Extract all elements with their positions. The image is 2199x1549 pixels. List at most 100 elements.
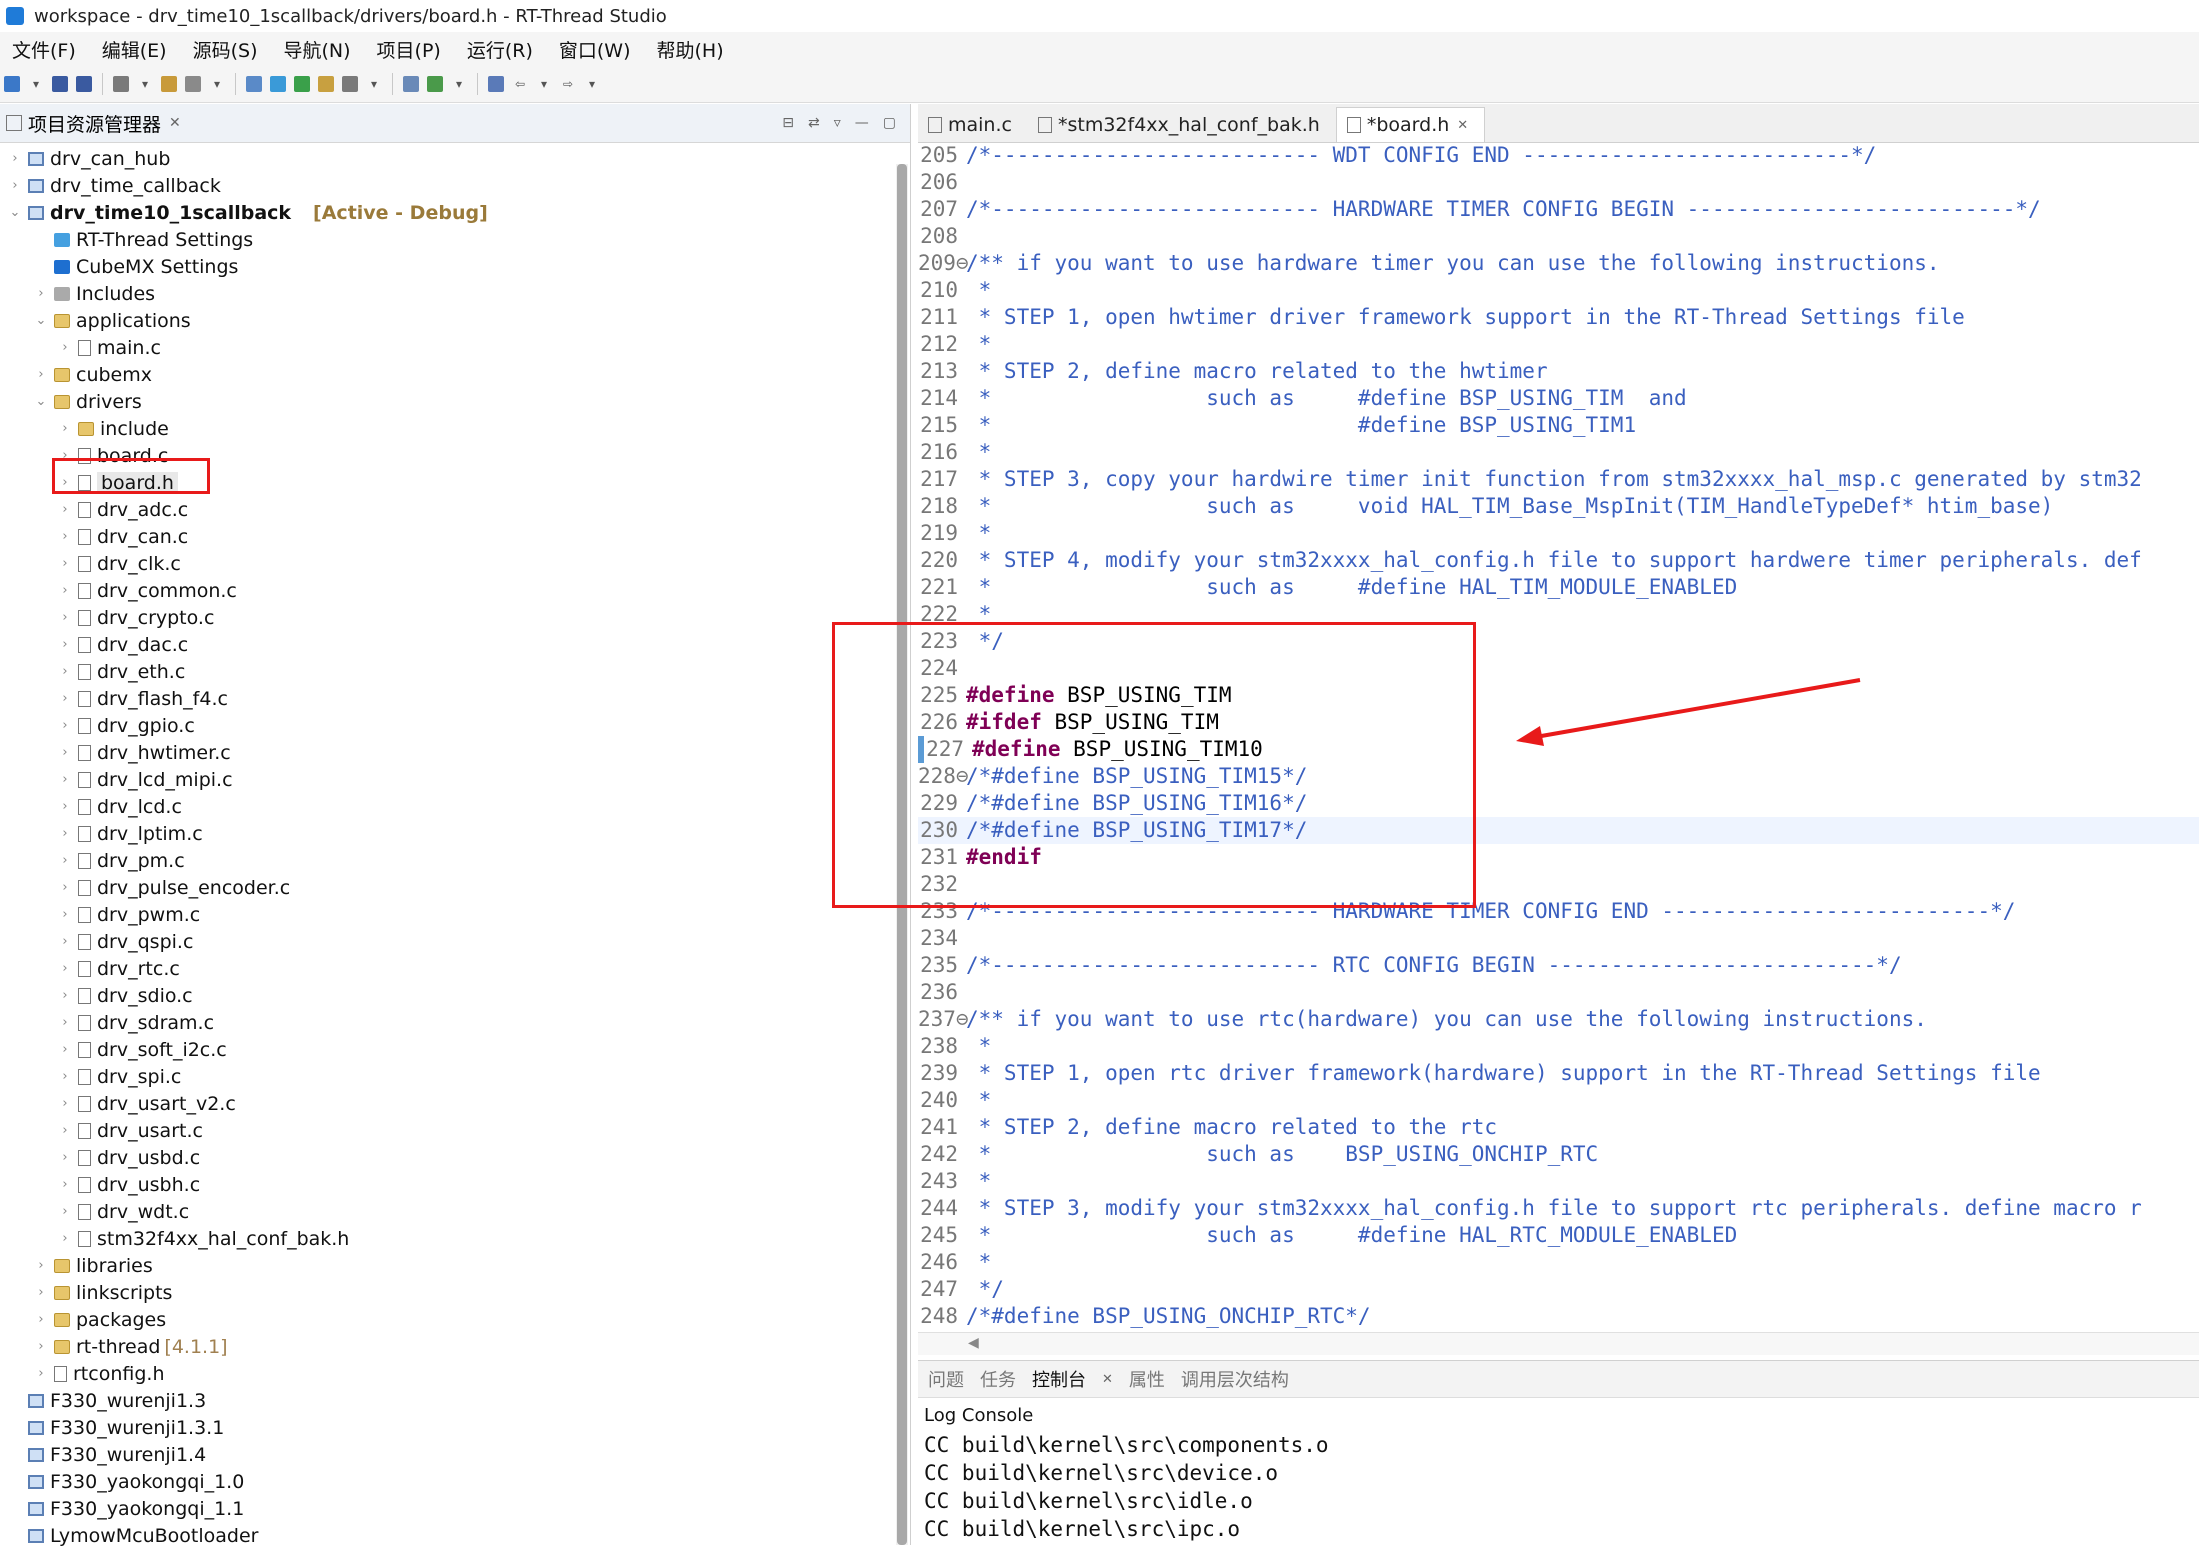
tree-expand-icon[interactable]: ›	[58, 1069, 72, 1084]
tree-expand-icon[interactable]: ›	[58, 1123, 72, 1138]
tree-expand-icon[interactable]: ›	[58, 853, 72, 868]
minimize-icon[interactable]: —	[855, 115, 869, 131]
tree-expand-icon[interactable]: ›	[34, 367, 48, 382]
tree-expand-icon[interactable]: ›	[34, 1258, 48, 1273]
hammer-icon[interactable]	[161, 76, 177, 92]
tree-item[interactable]: › libraries	[34, 1252, 152, 1279]
tree-item[interactable]: › drv_spi.c	[58, 1063, 181, 1090]
tree-expand-icon[interactable]: ›	[58, 934, 72, 949]
tree-item[interactable]: › drv_gpio.c	[58, 712, 194, 739]
tree-item[interactable]: › drv_lcd_mipi.c	[58, 766, 232, 793]
tree-expand-icon[interactable]: ›	[58, 529, 72, 544]
tree-item[interactable]: › drv_qspi.c	[58, 928, 193, 955]
tree-expand-icon[interactable]: ⌄	[8, 205, 22, 220]
gear-icon[interactable]	[270, 76, 286, 92]
tree-expand-icon[interactable]: ⌄	[34, 313, 48, 328]
tree-item[interactable]: › drv_sdram.c	[58, 1009, 214, 1036]
menu-file[interactable]: 文件(F)	[12, 36, 76, 63]
collapse-all-icon[interactable]: ⊟	[782, 115, 794, 131]
tree-expand-icon[interactable]: ›	[58, 502, 72, 517]
tree-expand-icon[interactable]: ›	[58, 610, 72, 625]
tree-expand-icon[interactable]: ›	[58, 664, 72, 679]
tree-expand-icon[interactable]: ›	[58, 1231, 72, 1246]
menu-source[interactable]: 源码(S)	[193, 36, 258, 63]
tree-item[interactable]: › drv_usart_v2.c	[58, 1090, 235, 1117]
download-icon[interactable]	[318, 76, 334, 92]
tree-expand-icon[interactable]: ›	[58, 907, 72, 922]
menu-navigate[interactable]: 导航(N)	[284, 36, 351, 63]
tree-item[interactable]: › drv_clk.c	[58, 550, 180, 577]
tree-expand-icon[interactable]: ›	[58, 772, 72, 787]
build-icon[interactable]	[113, 76, 129, 92]
tree-expand-icon[interactable]: ›	[34, 1285, 48, 1300]
tree-expand-icon[interactable]: ›	[34, 1366, 48, 1381]
tree-item[interactable]: › drv_wdt.c	[58, 1198, 189, 1225]
link-editor-icon[interactable]: ⇄	[808, 115, 820, 131]
tree-expand-icon[interactable]: ›	[58, 691, 72, 706]
tab-main-c[interactable]: main.c	[918, 108, 1028, 142]
tree-expand-icon[interactable]: ›	[34, 286, 48, 301]
tree-item[interactable]: F330_yaokongqi_1.0	[8, 1468, 244, 1495]
flash-icon[interactable]	[427, 76, 443, 92]
tree-item[interactable]: › drv_adc.c	[58, 496, 188, 523]
monitor-icon[interactable]	[246, 76, 262, 92]
tree-item[interactable]: › drv_pulse_encoder.c	[58, 874, 290, 901]
tree-item[interactable]: › rtconfig.h	[34, 1360, 164, 1387]
tree-item[interactable]: › linkscripts	[34, 1279, 172, 1306]
dropdown-icon[interactable]: ▾	[28, 76, 44, 92]
tree-item[interactable]: › drv_usbh.c	[58, 1171, 200, 1198]
tree-expand-icon[interactable]: ›	[58, 745, 72, 760]
tree-expand-icon[interactable]: ›	[58, 880, 72, 895]
tree-item[interactable]: › cubemx	[34, 361, 152, 388]
back-icon[interactable]: ⇦	[512, 76, 528, 92]
tree-item[interactable]: F330_wurenji1.4	[8, 1441, 206, 1468]
tree-item[interactable]: › drv_flash_f4.c	[58, 685, 228, 712]
debug-icon[interactable]	[294, 76, 310, 92]
tree-expand-icon[interactable]: ⌄	[34, 394, 48, 409]
tab-tasks[interactable]: 任务	[980, 1366, 1016, 1392]
tree-item[interactable]: ⌄ drv_time10_1scallback [Active - Debug]	[8, 199, 488, 226]
tab-stm32f4xx-hal-conf-bak-h[interactable]: *stm32f4xx_hal_conf_bak.h	[1028, 108, 1336, 142]
tree-expand-icon[interactable]: ›	[58, 421, 72, 436]
tree-expand-icon[interactable]: ›	[58, 583, 72, 598]
horizontal-scrollbar[interactable]: ◀	[918, 1332, 2199, 1355]
tree-expand-icon[interactable]: ›	[58, 1015, 72, 1030]
tree-item[interactable]: › include	[58, 415, 168, 442]
tree-item[interactable]: ⌄ drivers	[34, 388, 142, 415]
maximize-icon[interactable]: ▢	[883, 115, 896, 131]
tree-expand-icon[interactable]: ›	[58, 718, 72, 733]
tree-expand-icon[interactable]: ›	[58, 826, 72, 841]
tab-problems[interactable]: 问题	[928, 1366, 964, 1392]
tree-expand-icon[interactable]: ›	[58, 1042, 72, 1057]
tab-console[interactable]: 控制台	[1032, 1366, 1086, 1392]
tree-item[interactable]: › packages	[34, 1306, 166, 1333]
menu-window[interactable]: 窗口(W)	[559, 36, 631, 63]
tree-expand-icon[interactable]: ›	[58, 988, 72, 1003]
tree-item[interactable]: › drv_pwm.c	[58, 901, 200, 928]
close-icon[interactable]: ✕	[1102, 1372, 1113, 1387]
tab-board-h[interactable]: *board.h ✕	[1335, 107, 1486, 142]
tree-expand-icon[interactable]: ›	[8, 151, 22, 166]
tree-item[interactable]: › Includes	[34, 280, 155, 307]
dropdown-icon[interactable]: ▾	[451, 76, 467, 92]
close-icon[interactable]: ✕	[169, 115, 181, 131]
tree-item[interactable]: › main.c	[58, 334, 161, 361]
new-icon[interactable]	[4, 76, 20, 92]
tree-item[interactable]: › drv_time_callback	[8, 172, 220, 199]
tree-item[interactable]: › drv_soft_i2c.c	[58, 1036, 226, 1063]
tree-expand-icon[interactable]: ›	[58, 799, 72, 814]
tree-item[interactable]: › drv_rtc.c	[58, 955, 179, 982]
scroll-left-icon[interactable]: ◀	[968, 1335, 979, 1351]
tree-item[interactable]: › rt-thread [4.1.1]	[34, 1333, 227, 1360]
tree-expand-icon[interactable]: ›	[58, 637, 72, 652]
menu-help[interactable]: 帮助(H)	[657, 36, 724, 63]
tree-item[interactable]: RT-Thread Settings	[34, 226, 253, 253]
dropdown-icon[interactable]: ▾	[366, 76, 382, 92]
tab-properties[interactable]: 属性	[1129, 1366, 1165, 1392]
save-all-icon[interactable]	[76, 76, 92, 92]
dropdown-icon[interactable]: ▾	[137, 76, 153, 92]
tree-item[interactable]: F330_yaokongqi_1.1	[8, 1495, 244, 1522]
dropdown-icon[interactable]: ▾	[536, 76, 552, 92]
tree-item[interactable]: F330_wurenji1.3.1	[8, 1414, 224, 1441]
menu-run[interactable]: 运行(R)	[467, 36, 533, 63]
